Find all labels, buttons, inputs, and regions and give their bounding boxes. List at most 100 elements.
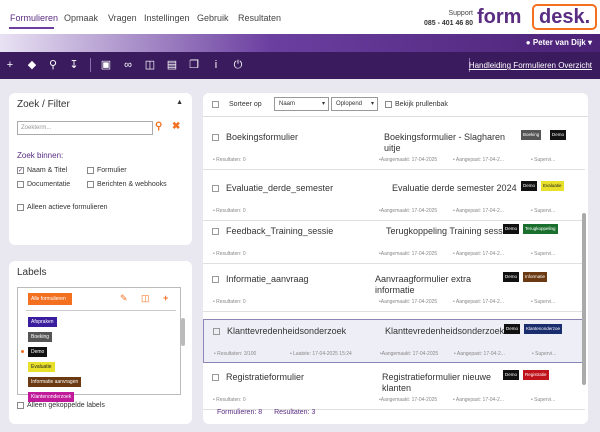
tag-icon[interactable]: ◆ <box>25 58 39 72</box>
form-label-tag: Klantenonderzoe <box>524 324 563 334</box>
tab-resultaten[interactable]: Resultaten <box>238 13 281 23</box>
support-phone[interactable]: 085 - 401 46 80 <box>424 19 473 29</box>
checkbox-only-linked[interactable]: Alleen gekoppelde labels <box>17 402 105 409</box>
row-checkbox[interactable] <box>213 328 220 335</box>
form-label-tag: Terugkoppeling <box>523 224 558 234</box>
supervisor: • Supervi... <box>531 251 556 257</box>
all-forms-label[interactable]: Alle formulieren <box>28 293 72 305</box>
label-item[interactable]: Afspraken <box>28 317 57 327</box>
created-date: •Aangemaakt: 17-04-2025 <box>379 299 438 305</box>
results-count: • Resultaten: 0 <box>213 397 246 403</box>
clipboard-icon[interactable]: ▤ <box>165 58 179 72</box>
changed-date: • Aangepast: 17-04-2... <box>453 208 504 214</box>
support-info: Support 085 - 401 46 80 <box>424 9 473 29</box>
table-row[interactable]: Registratieformulier Registratieformulier… <box>203 366 585 410</box>
filter-panel: Zoek / Filter ▲ Zoekterm... ⚲ ✖ Zoek bin… <box>9 93 192 245</box>
chevron-up-icon[interactable]: ▲ <box>176 99 183 106</box>
forms-list-panel: Sorteer op Naam ▾ Oplopend ▾ Bekijk prulle… <box>203 93 588 424</box>
table-row[interactable]: Klanttevredenheidsonderzoek Klanttevreden… <box>203 319 585 363</box>
table-row[interactable]: Feedback_Training_sessie Terugkoppeling T… <box>203 220 585 264</box>
sort-field-select[interactable]: Naam ▾ <box>274 97 329 111</box>
row-checkbox[interactable] <box>212 276 219 283</box>
checkbox-formulier[interactable]: Formulier <box>87 167 127 174</box>
trash-icon[interactable]: ◫ <box>141 293 150 304</box>
last-result: • Laatste: 17-04-2025 15:24 <box>290 351 352 357</box>
checkbox-documentatie[interactable]: Documentatie <box>17 181 70 188</box>
changed-date: • Aangepast: 17-04-2... <box>453 251 504 257</box>
manual-link[interactable]: Handleiding Formulieren Overzicht <box>469 61 592 70</box>
form-icon[interactable]: ▣ <box>99 58 113 72</box>
search-in-label: Zoek binnen: <box>17 151 64 160</box>
changed-date: • Aangepast: 17-04-2... <box>453 299 504 305</box>
row-checkbox[interactable] <box>212 228 219 235</box>
label-item[interactable]: Klantenonderzoek <box>28 392 75 402</box>
label-item[interactable]: Demo <box>28 347 48 357</box>
form-name: Boekingsformulier <box>226 132 299 142</box>
edit-icon[interactable]: ✎ <box>120 293 128 304</box>
clear-icon[interactable]: ✖ <box>172 121 180 132</box>
tab-formulieren[interactable]: Formulieren <box>10 13 58 23</box>
formdesk-logo: form desk. <box>477 4 598 30</box>
sort-direction-select[interactable]: Oplopend ▾ <box>331 97 378 111</box>
checkbox-trash[interactable]: Bekijk prullenbak <box>385 101 448 108</box>
tab-opmaak[interactable]: Opmaak <box>64 13 98 23</box>
search-input[interactable]: Zoekterm... <box>17 121 153 135</box>
row-checkbox[interactable] <box>212 185 219 192</box>
labels-list: Alle formulieren ✎ ◫ + Afspraken Boeking D… <box>17 287 185 402</box>
tab-instellingen[interactable]: Instellingen <box>144 13 190 23</box>
changed-date: • Aangepast: 17-04-2... <box>454 351 505 357</box>
info-icon[interactable]: i <box>209 58 223 72</box>
plus-icon[interactable]: + <box>3 58 17 72</box>
supervisor: • Supervi... <box>531 157 556 163</box>
power-icon[interactable]: ⏻ <box>231 58 245 72</box>
table-row[interactable]: Evaluatie_derde_semester Evaluatie derde … <box>203 177 585 221</box>
checkbox-naam-titel[interactable]: ✓ Naam & Titel <box>17 167 67 174</box>
active-tab-indicator <box>9 27 54 29</box>
download-icon[interactable]: ↧ <box>67 58 81 72</box>
form-name: Klanttevredenheidsonderzoek <box>227 326 347 336</box>
user-menu[interactable]: ● Peter van Dijk ▾ <box>526 38 592 47</box>
copy-icon[interactable]: ❐ <box>187 58 201 72</box>
filter-title: Zoek / Filter <box>17 99 70 110</box>
link-icon[interactable]: ∞ <box>121 58 135 72</box>
form-label-tag: Demo <box>503 370 520 380</box>
tab-gebruik[interactable]: Gebruik <box>197 13 229 23</box>
row-checkbox[interactable] <box>212 374 219 381</box>
results-count: • Resultaten: 0 <box>213 157 246 163</box>
select-all-checkbox[interactable] <box>212 101 219 108</box>
check-icon: ✓ <box>17 167 24 174</box>
plus-icon[interactable]: + <box>163 293 168 303</box>
supervisor: • Supervi... <box>531 397 556 403</box>
top-navigation: Formulieren Opmaak Vragen Instellingen G… <box>0 0 600 34</box>
trash-icon[interactable]: ◫ <box>143 58 157 72</box>
label-item[interactable]: Evaluatie <box>28 362 55 372</box>
form-name: Informatie_aanvraag <box>226 274 309 284</box>
form-label-tag: Demo <box>521 181 538 191</box>
form-label-tag: Demo <box>504 324 521 334</box>
form-title: Evaluatie derde semester 2024 <box>392 183 517 193</box>
tab-vragen[interactable]: Vragen <box>108 13 137 23</box>
label-item[interactable]: Boeking <box>28 332 53 342</box>
results-count: • Resultaten: 3/100 <box>214 351 257 357</box>
created-date: •Aangemaakt: 17-04-2025 <box>379 208 438 214</box>
form-title: Terugkoppeling Training sessie <box>386 226 510 236</box>
form-name: Registratieformulier <box>226 372 305 382</box>
table-row[interactable]: Informatie_aanvraag Aanvraagformulier ext… <box>203 268 585 312</box>
form-label-tag: Demo <box>503 224 520 234</box>
form-label-tag: Boeking <box>521 130 542 140</box>
created-date: •Aangemaakt: 17-04-2025 <box>379 251 438 257</box>
label-item[interactable]: Informatie aanvragen <box>28 377 82 387</box>
supervisor: • Supervi... <box>532 351 557 357</box>
row-checkbox[interactable] <box>212 134 219 141</box>
scrollbar[interactable] <box>181 318 185 346</box>
search-icon[interactable]: ⚲ <box>155 121 162 132</box>
checkbox-alleen-actief[interactable]: Alleen actieve formulieren <box>17 204 108 211</box>
scrollbar[interactable] <box>582 213 586 385</box>
table-row[interactable]: Boekingsformulier Boekingsformulier - Sla… <box>203 126 585 170</box>
support-label: Support <box>448 10 473 17</box>
search-icon[interactable]: ⚲ <box>46 58 60 72</box>
checkbox-berichten[interactable]: Berichten & webhooks <box>87 181 167 188</box>
results-count: Resultaten: 3 <box>274 409 316 416</box>
sort-label: Sorteer op <box>229 101 262 108</box>
form-label-tag: Demo <box>550 130 567 140</box>
